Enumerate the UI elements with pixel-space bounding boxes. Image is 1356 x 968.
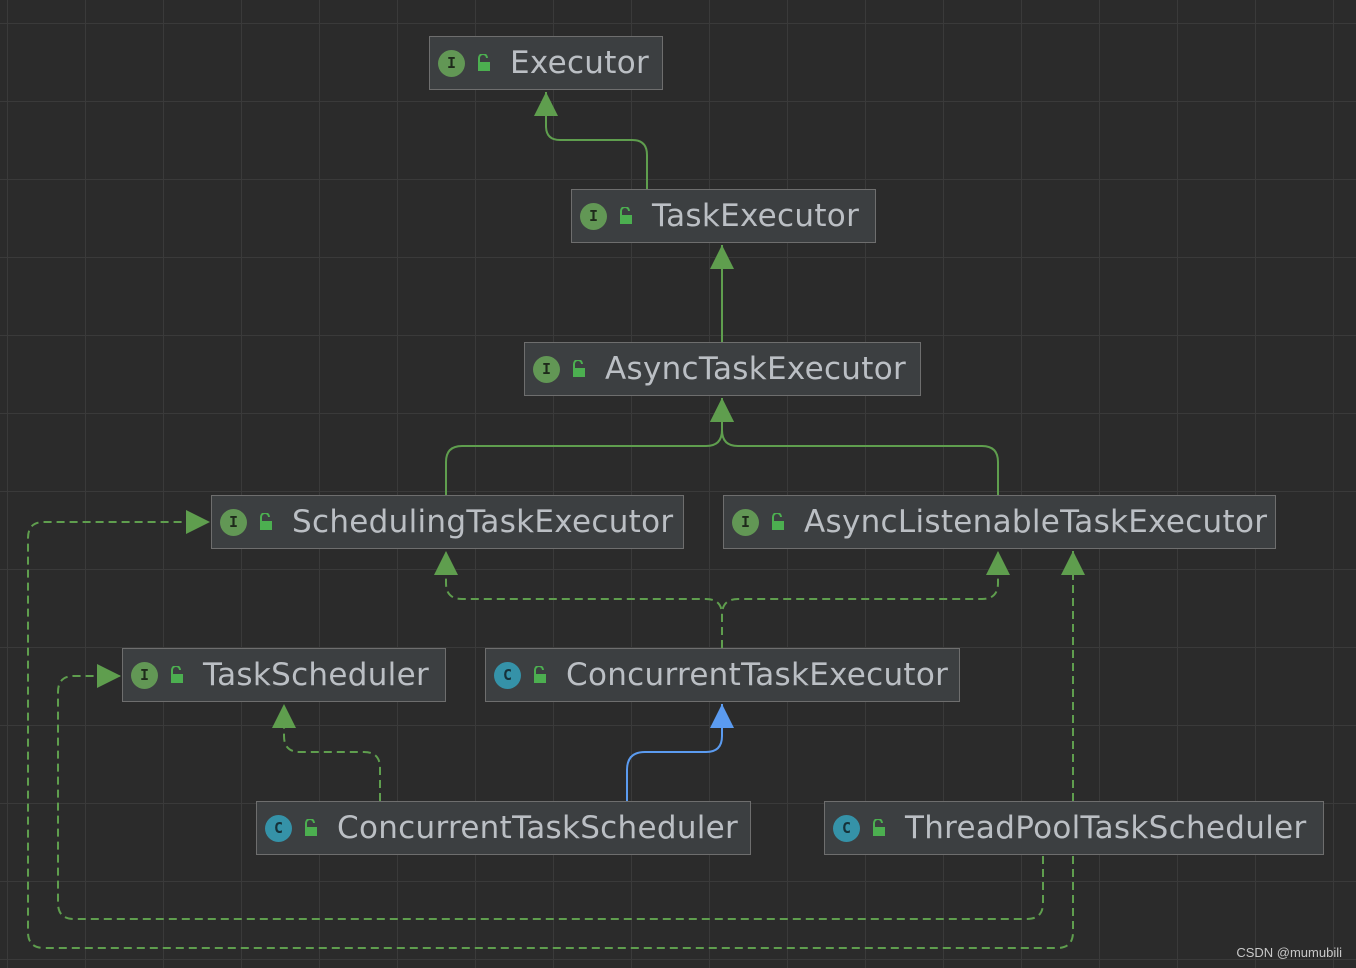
edge-concurrenttaskexecutor-to-asynclistenabletaskexecutor — [721, 551, 1010, 648]
node-asynctaskexecutor[interactable]: I AsyncTaskExecutor — [524, 342, 921, 396]
node-schedulingtaskexecutor[interactable]: I SchedulingTaskExecutor — [211, 495, 684, 549]
node-label: TaskExecutor — [652, 198, 860, 234]
node-executor[interactable]: I Executor — [429, 36, 663, 90]
edge-taskexecutor-to-executor — [534, 92, 648, 189]
edge-threadpooltaskscheduler-to-schedulingtaskexecutor — [27, 510, 1074, 949]
lock-open-icon — [570, 360, 586, 378]
node-label: SchedulingTaskExecutor — [292, 504, 674, 540]
interface-icon: I — [580, 202, 607, 230]
node-threadpooltaskscheduler[interactable]: C ThreadPoolTaskScheduler — [824, 801, 1324, 855]
node-label: AsyncListenableTaskExecutor — [804, 504, 1268, 540]
lock-open-icon — [302, 819, 318, 837]
node-asynclistenabletaskexecutor[interactable]: I AsyncListenableTaskExecutor — [723, 495, 1276, 549]
node-label: ConcurrentTaskScheduler — [337, 810, 739, 846]
lock-open-icon — [769, 513, 785, 531]
lock-open-icon — [168, 666, 184, 684]
node-concurrenttaskscheduler[interactable]: C ConcurrentTaskScheduler — [256, 801, 751, 855]
interface-icon: I — [732, 508, 759, 536]
edge-concurrenttaskexecutor-to-schedulingtaskexecutor — [434, 551, 723, 648]
node-concurrenttaskexecutor[interactable]: C ConcurrentTaskExecutor — [485, 648, 960, 702]
class-icon: C — [494, 661, 521, 689]
lock-open-icon — [870, 819, 886, 837]
lock-open-icon — [531, 666, 547, 684]
interface-icon: I — [131, 661, 158, 689]
interface-icon: I — [220, 508, 247, 536]
node-label: ConcurrentTaskExecutor — [566, 657, 949, 693]
interface-icon: I — [533, 355, 560, 383]
lock-open-icon — [617, 207, 633, 225]
edge-concurrenttaskscheduler-to-concurrenttaskexecutor — [626, 704, 734, 801]
node-label: ThreadPoolTaskScheduler — [905, 810, 1307, 846]
lock-open-icon — [257, 513, 273, 531]
edge-schedulingtaskexecutor-to-asynctaskexecutor — [445, 398, 734, 495]
class-icon: C — [833, 814, 860, 842]
class-hierarchy-diagram: I Executor I TaskExecutor I AsyncTaskExe… — [0, 0, 1356, 968]
edge-asynclistenabletaskexecutor-to-asynctaskexecutor — [710, 398, 999, 495]
node-taskscheduler[interactable]: I TaskScheduler — [122, 648, 446, 702]
class-icon: C — [265, 814, 292, 842]
node-taskexecutor[interactable]: I TaskExecutor — [571, 189, 876, 243]
edge-threadpooltaskscheduler-to-taskscheduler — [57, 664, 1044, 920]
interface-icon: I — [438, 49, 465, 77]
node-label: Executor — [510, 45, 650, 81]
node-label: TaskScheduler — [203, 657, 430, 693]
node-label: AsyncTaskExecutor — [605, 351, 907, 387]
watermark: CSDN @mumubili — [1236, 945, 1342, 960]
edge-concurrenttaskscheduler-to-taskscheduler — [272, 704, 381, 801]
lock-open-icon — [475, 54, 491, 72]
